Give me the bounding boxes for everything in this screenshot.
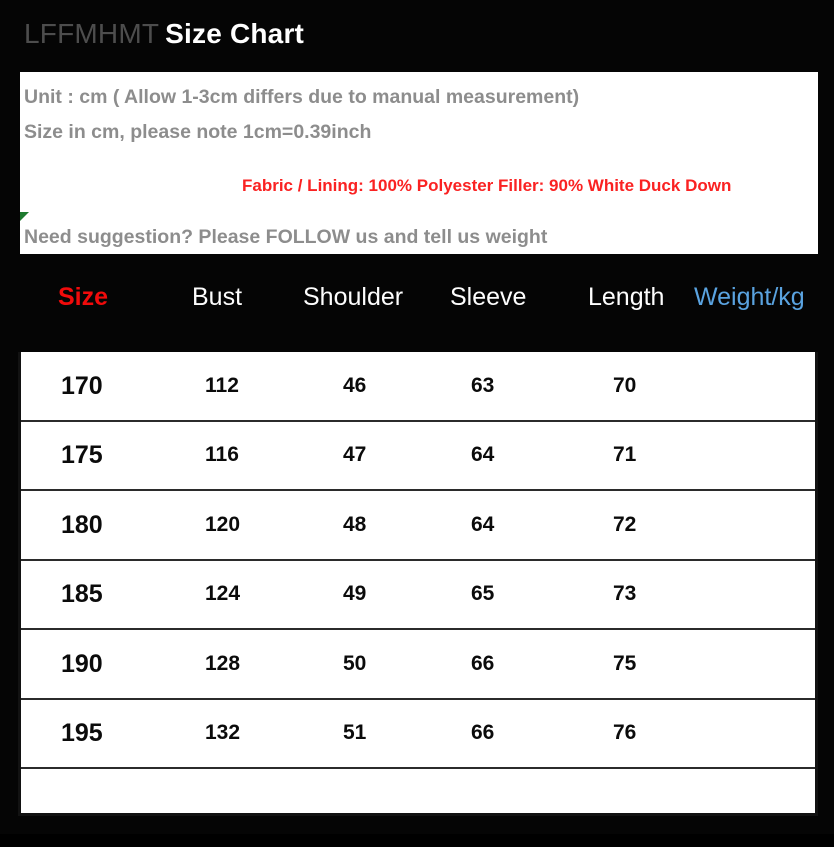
cell-shoulder: 51 bbox=[343, 721, 367, 745]
info-panel: Unit : cm ( Allow 1-3cm differs due to m… bbox=[20, 72, 818, 254]
column-header-size: Size bbox=[58, 283, 109, 311]
cell-sleeve: 64 bbox=[471, 512, 495, 536]
size-table-body: 170 112 46 63 70 175 116 47 64 71 180 12… bbox=[18, 352, 818, 816]
info-follow-note: Need suggestion? Please FOLLOW us and te… bbox=[24, 226, 548, 248]
size-chart-page: LFFMHMT Size Chart Unit : cm ( Allow 1-3c… bbox=[0, 0, 834, 834]
table-row: 185 124 49 65 73 bbox=[21, 561, 815, 630]
column-header-weight: Weight/kg bbox=[694, 283, 805, 311]
cell-size: 190 bbox=[61, 649, 103, 678]
column-header-length: Length bbox=[588, 283, 665, 311]
cell-length: 75 bbox=[613, 651, 637, 675]
cell-shoulder: 47 bbox=[343, 443, 367, 467]
table-row: 190 128 50 66 75 bbox=[21, 630, 815, 700]
cell-size: 170 bbox=[61, 371, 103, 400]
table-row: 175 116 47 64 71 bbox=[21, 422, 815, 491]
cell-shoulder: 48 bbox=[343, 512, 367, 536]
cell-sleeve: 66 bbox=[471, 721, 495, 745]
cell-sleeve: 63 bbox=[471, 373, 495, 397]
title-text: Size Chart bbox=[165, 18, 305, 49]
cell-length: 70 bbox=[613, 373, 637, 397]
table-header-row: Size Bust Shoulder Sleeve Length Weight/… bbox=[18, 254, 818, 352]
cell-length: 71 bbox=[613, 443, 637, 467]
cell-bust: 128 bbox=[205, 651, 241, 675]
cell-bust: 120 bbox=[205, 512, 241, 536]
info-conversion-note: Size in cm, please note 1cm=0.39inch bbox=[24, 121, 372, 143]
page-title: LFFMHMT Size Chart bbox=[24, 18, 304, 50]
cell-size: 180 bbox=[61, 510, 103, 539]
title-bar: LFFMHMT Size Chart bbox=[0, 0, 834, 66]
table-row: 195 132 51 66 76 bbox=[21, 700, 815, 769]
cell-bust: 116 bbox=[205, 443, 239, 467]
cell-sleeve: 65 bbox=[471, 582, 495, 606]
brand-name: LFFMHMT bbox=[24, 18, 160, 49]
table-row: 180 120 48 64 72 bbox=[21, 491, 815, 561]
cell-sleeve: 64 bbox=[471, 443, 495, 467]
cell-size: 175 bbox=[61, 441, 103, 470]
table-row: 170 112 46 63 70 bbox=[21, 352, 815, 422]
cell-shoulder: 49 bbox=[343, 582, 367, 606]
table-row bbox=[21, 769, 815, 847]
info-unit-note: Unit : cm ( Allow 1-3cm differs due to m… bbox=[24, 86, 580, 108]
column-header-shoulder: Shoulder bbox=[303, 283, 404, 311]
column-header-bust: Bust bbox=[192, 283, 243, 311]
cell-bust: 132 bbox=[205, 721, 241, 745]
cell-bust: 112 bbox=[205, 373, 239, 397]
cell-size: 195 bbox=[61, 719, 103, 748]
cell-bust: 124 bbox=[205, 582, 241, 606]
cell-length: 72 bbox=[613, 512, 637, 536]
cell-shoulder: 50 bbox=[343, 651, 367, 675]
cell-shoulder: 46 bbox=[343, 373, 367, 397]
green-triangle-icon bbox=[20, 212, 29, 221]
cell-length: 73 bbox=[613, 582, 637, 606]
info-material-note: Fabric / Lining: 100% Polyester Filler: … bbox=[242, 176, 732, 195]
column-header-sleeve: Sleeve bbox=[450, 283, 527, 311]
cell-sleeve: 66 bbox=[471, 651, 495, 675]
cell-length: 76 bbox=[613, 721, 637, 745]
cell-size: 185 bbox=[61, 580, 103, 609]
